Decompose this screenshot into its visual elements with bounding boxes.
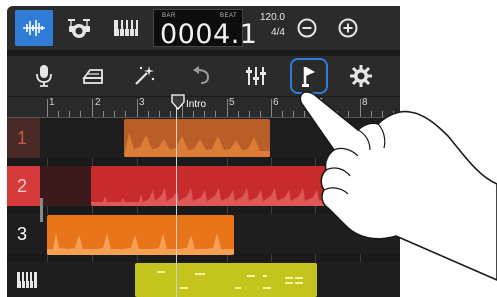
- ruler-tick: [69, 111, 70, 117]
- ruler-tick: [238, 111, 239, 117]
- time-signature: 4/4: [271, 27, 285, 38]
- waveform: [124, 133, 270, 157]
- ruler-tick: [58, 111, 59, 117]
- playhead-line: [176, 103, 177, 297]
- track-number[interactable]: 1: [7, 118, 40, 158]
- ruler-bar-number: 1: [49, 97, 55, 108]
- undo-icon: [193, 66, 210, 84]
- ruler-tick: [260, 111, 261, 117]
- marker-label: Intro: [186, 99, 207, 110]
- record-button[interactable]: [28, 61, 60, 91]
- audio-region[interactable]: [47, 215, 234, 255]
- sliders-icon: [246, 67, 266, 85]
- ruler-tick: [159, 111, 160, 117]
- track-number[interactable]: 2: [7, 166, 40, 206]
- waveform: [47, 233, 234, 255]
- ruler-tick: [215, 111, 216, 117]
- drum-kit-button[interactable]: [60, 10, 98, 46]
- ruler-tick: [282, 111, 283, 117]
- zoom-out-icon: [297, 18, 317, 38]
- zoom-in-button[interactable]: [332, 10, 364, 46]
- mixer-view-button[interactable]: [15, 10, 53, 46]
- zoom-in-icon: [338, 18, 358, 38]
- position-counter: BAR BEAT 0004.1: [153, 9, 257, 50]
- tempo-value: 120.0: [259, 12, 285, 23]
- ruler-tick: [204, 111, 205, 117]
- undo-button[interactable]: [185, 61, 217, 91]
- ruler-tick: [193, 111, 194, 117]
- eraser-icon: [82, 69, 103, 84]
- playhead-handle[interactable]: [171, 94, 185, 110]
- ruler-tick: [249, 111, 250, 117]
- ruler-tick: [137, 99, 138, 117]
- ruler-tick: [271, 99, 272, 117]
- ruler-tick: [148, 111, 149, 117]
- zoom-out-button[interactable]: [291, 10, 323, 46]
- ruler-tick: [47, 99, 48, 117]
- ruler-tick: [227, 99, 228, 117]
- tempo-display[interactable]: 120.0 4/4: [247, 10, 285, 40]
- keyboard-button[interactable]: [107, 10, 145, 46]
- effect-button[interactable]: [128, 61, 160, 91]
- pointing-hand-illustration: [299, 91, 497, 281]
- ruler-tick: [125, 111, 126, 117]
- track-scrollbar[interactable]: [40, 198, 43, 222]
- drum-kit-icon: [68, 19, 90, 38]
- ruler-tick: [80, 111, 81, 117]
- ruler-bar-number: 5: [229, 97, 235, 108]
- erase-button[interactable]: [77, 61, 109, 91]
- microphone-icon: [36, 65, 52, 87]
- ruler-bar-number: 2: [95, 97, 101, 108]
- counter-value: 0004.1: [160, 19, 258, 50]
- track-number[interactable]: 3: [7, 214, 40, 254]
- effect-wand-icon: [135, 66, 155, 85]
- mixer-view-icon: [23, 20, 45, 36]
- ruler-bar-number: 6: [273, 97, 279, 108]
- ruler-tick: [92, 99, 93, 117]
- ruler-tick: [114, 111, 115, 117]
- audio-region[interactable]: [124, 119, 270, 157]
- top-bar: BAR BEAT 0004.1 120.0 4/4: [7, 6, 400, 50]
- keyboard-icon: [114, 20, 138, 36]
- ruler-tick: [170, 111, 171, 117]
- track-type-indicator[interactable]: [7, 262, 40, 297]
- synth-keyboard-icon: [17, 271, 37, 288]
- mix-button[interactable]: [240, 61, 272, 91]
- ruler-tick: [103, 111, 104, 117]
- ruler-bar-number: 3: [139, 97, 145, 108]
